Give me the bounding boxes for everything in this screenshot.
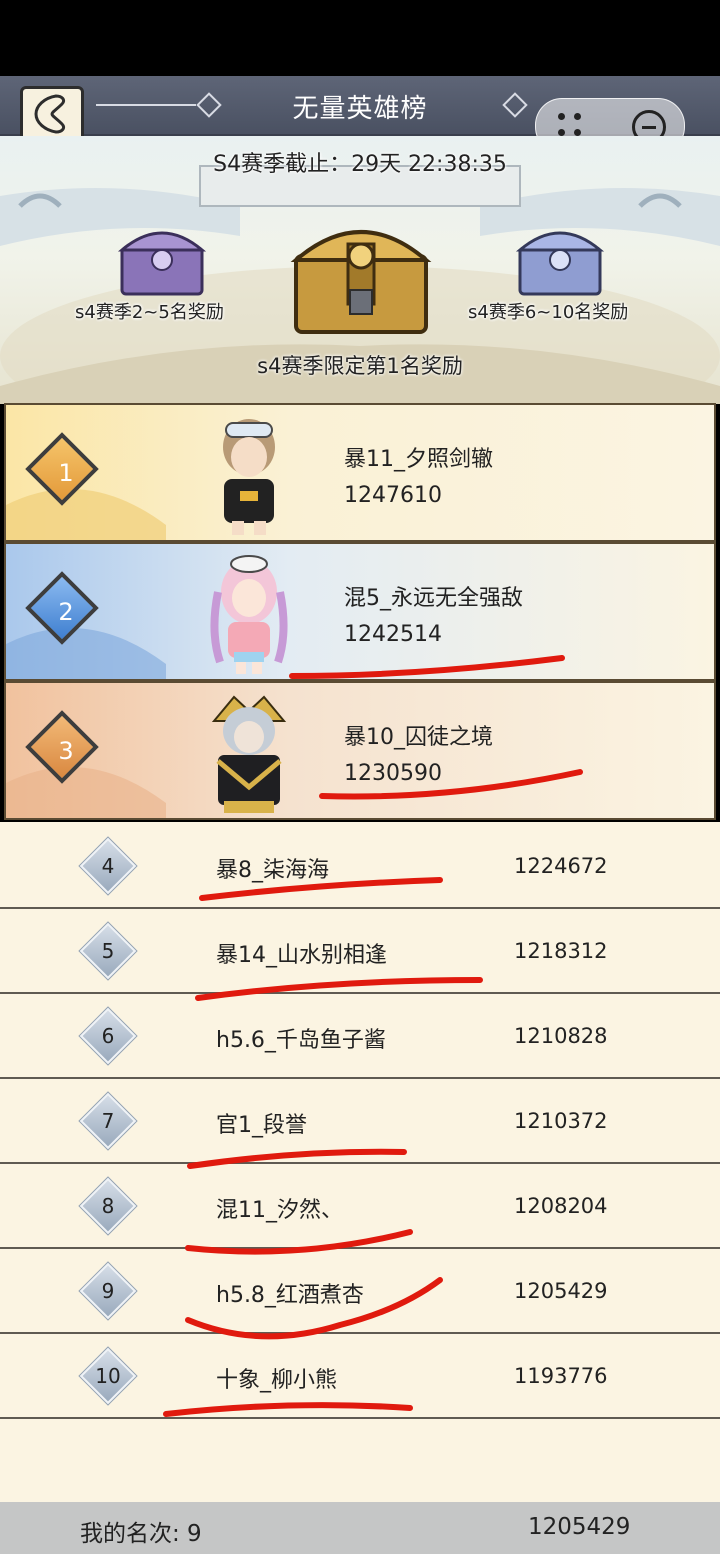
player-score: 1205429 bbox=[514, 1279, 608, 1303]
player-score: 1193776 bbox=[514, 1364, 608, 1388]
list-item[interactable]: 5 暴14_山水别相逢 1218312 bbox=[0, 907, 720, 994]
player-score: 1210372 bbox=[514, 1109, 608, 1133]
top-rank-row-1[interactable]: 1 暴11_夕照剑辙 1247610 bbox=[4, 403, 716, 542]
list-item[interactable]: 10 十象_柳小熊 1193776 bbox=[0, 1332, 720, 1419]
rank-number: 9 bbox=[101, 1279, 115, 1303]
list-item[interactable]: 7 官1_段誉 1210372 bbox=[0, 1077, 720, 1164]
player-name: 暴11_夕照剑辙 bbox=[344, 447, 493, 472]
rank-number: 2 bbox=[58, 598, 74, 626]
gold-chest-icon[interactable] bbox=[288, 204, 434, 338]
player-score: 1242514 bbox=[344, 622, 442, 647]
chest-label-right: s4赛季6~10名奖励 bbox=[468, 302, 629, 323]
player-score: 1247610 bbox=[344, 483, 442, 508]
rank-number: 7 bbox=[101, 1109, 115, 1133]
player-score: 1208204 bbox=[514, 1194, 608, 1218]
list-item[interactable]: 9 h5.8_红酒煮杏 1205429 bbox=[0, 1247, 720, 1334]
reward-banner: S4赛季截止：29天 22:38:35 s4赛季2~5名奖励 s4赛季6~10名… bbox=[0, 136, 720, 404]
my-score: 1205429 bbox=[528, 1514, 631, 1540]
player-name: 十象_柳小熊 bbox=[216, 1368, 338, 1393]
player-name: 暴8_柒海海 bbox=[216, 858, 329, 883]
top-rank-row-2[interactable]: 2 混5_永远无全强敌 1242514 bbox=[4, 542, 716, 681]
player-avatar[interactable] bbox=[204, 552, 294, 676]
my-rank-bar: 我的名次: 9 1205429 bbox=[0, 1502, 720, 1554]
purple-chest-icon[interactable] bbox=[116, 216, 208, 300]
my-rank-label: 我的名次: 9 bbox=[80, 1521, 202, 1547]
player-name: 暴14_山水别相逢 bbox=[216, 943, 387, 968]
player-score: 1218312 bbox=[514, 939, 608, 963]
player-score: 1230590 bbox=[344, 761, 442, 786]
player-name: h5.8_红酒煮杏 bbox=[216, 1283, 364, 1308]
player-avatar[interactable] bbox=[204, 413, 294, 537]
player-name: 混5_永远无全强敌 bbox=[344, 586, 523, 611]
list-item[interactable]: 8 混11_汐然、 1208204 bbox=[0, 1162, 720, 1249]
rank-number: 5 bbox=[101, 939, 115, 963]
rank-number: 6 bbox=[101, 1024, 115, 1048]
list-item[interactable]: 6 h5.6_千岛鱼子酱 1210828 bbox=[0, 992, 720, 1079]
player-name: h5.6_千岛鱼子酱 bbox=[216, 1028, 386, 1053]
rank-number: 10 bbox=[95, 1364, 121, 1388]
chest-label-center: s4赛季限定第1名奖励 bbox=[257, 354, 463, 378]
top-rank-row-3[interactable]: 3 暴10_囚徒之境 1230590 bbox=[4, 681, 716, 820]
list-item[interactable]: 4 暴8_柒海海 1224672 bbox=[0, 822, 720, 909]
player-name: 暴10_囚徒之境 bbox=[344, 725, 493, 750]
player-score: 1224672 bbox=[514, 854, 608, 878]
ranking-list: 4 暴8_柒海海 1224672 5 暴14_山水别相逢 1218312 6 h… bbox=[0, 822, 720, 1502]
rank-number: 1 bbox=[58, 459, 74, 487]
rank-number: 3 bbox=[58, 737, 74, 765]
player-name: 官1_段誉 bbox=[216, 1113, 307, 1138]
chest-label-left: s4赛季2~5名奖励 bbox=[75, 302, 224, 323]
player-avatar[interactable] bbox=[204, 691, 294, 815]
rank-number: 8 bbox=[101, 1194, 115, 1218]
player-name: 混11_汐然、 bbox=[216, 1198, 343, 1223]
season-countdown: S4赛季截止：29天 22:38:35 bbox=[213, 152, 507, 177]
rank-number: 4 bbox=[101, 854, 115, 878]
lavender-chest-icon[interactable] bbox=[514, 216, 606, 300]
player-score: 1210828 bbox=[514, 1024, 608, 1048]
